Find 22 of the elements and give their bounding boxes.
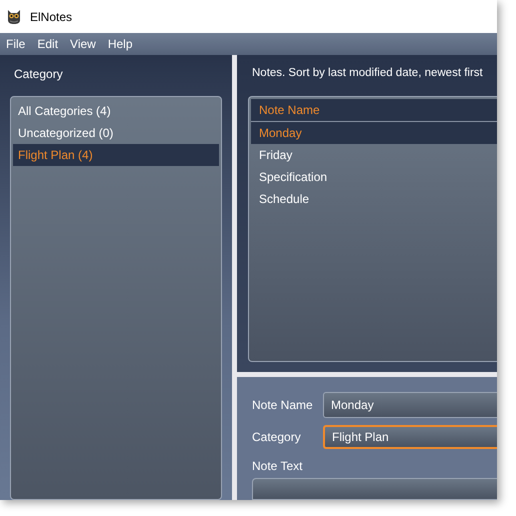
owl-icon [6, 8, 22, 24]
window-title: ElNotes [30, 10, 72, 24]
input-field[interactable]: Flight Plan [323, 425, 497, 449]
menu-item[interactable]: Edit [31, 37, 64, 51]
note-row[interactable]: Monday [251, 122, 497, 144]
category-item[interactable]: All Categories (4) [13, 100, 219, 122]
category-item[interactable]: Uncategorized (0) [13, 122, 219, 144]
menu-item[interactable]: File [0, 37, 32, 51]
panel-heading: Category [13, 66, 64, 83]
input-field[interactable]: Monday [323, 392, 497, 418]
field-label: Note Text [252, 458, 304, 473]
note-row[interactable]: Friday [251, 144, 497, 166]
menu-item[interactable]: View [64, 37, 102, 51]
column-header[interactable]: Note Name [251, 99, 497, 122]
note-row[interactable]: Specification [251, 166, 497, 188]
panel-heading: Notes. Sort by last modified date, newest first [251, 66, 484, 81]
field-label: Note Name [252, 398, 314, 412]
menu-item[interactable]: Help [102, 37, 139, 51]
category-item[interactable]: Flight Plan (4) [13, 144, 219, 166]
note-row[interactable]: Schedule [251, 188, 497, 210]
field-label: Category [252, 430, 302, 444]
text-area[interactable] [252, 478, 497, 500]
